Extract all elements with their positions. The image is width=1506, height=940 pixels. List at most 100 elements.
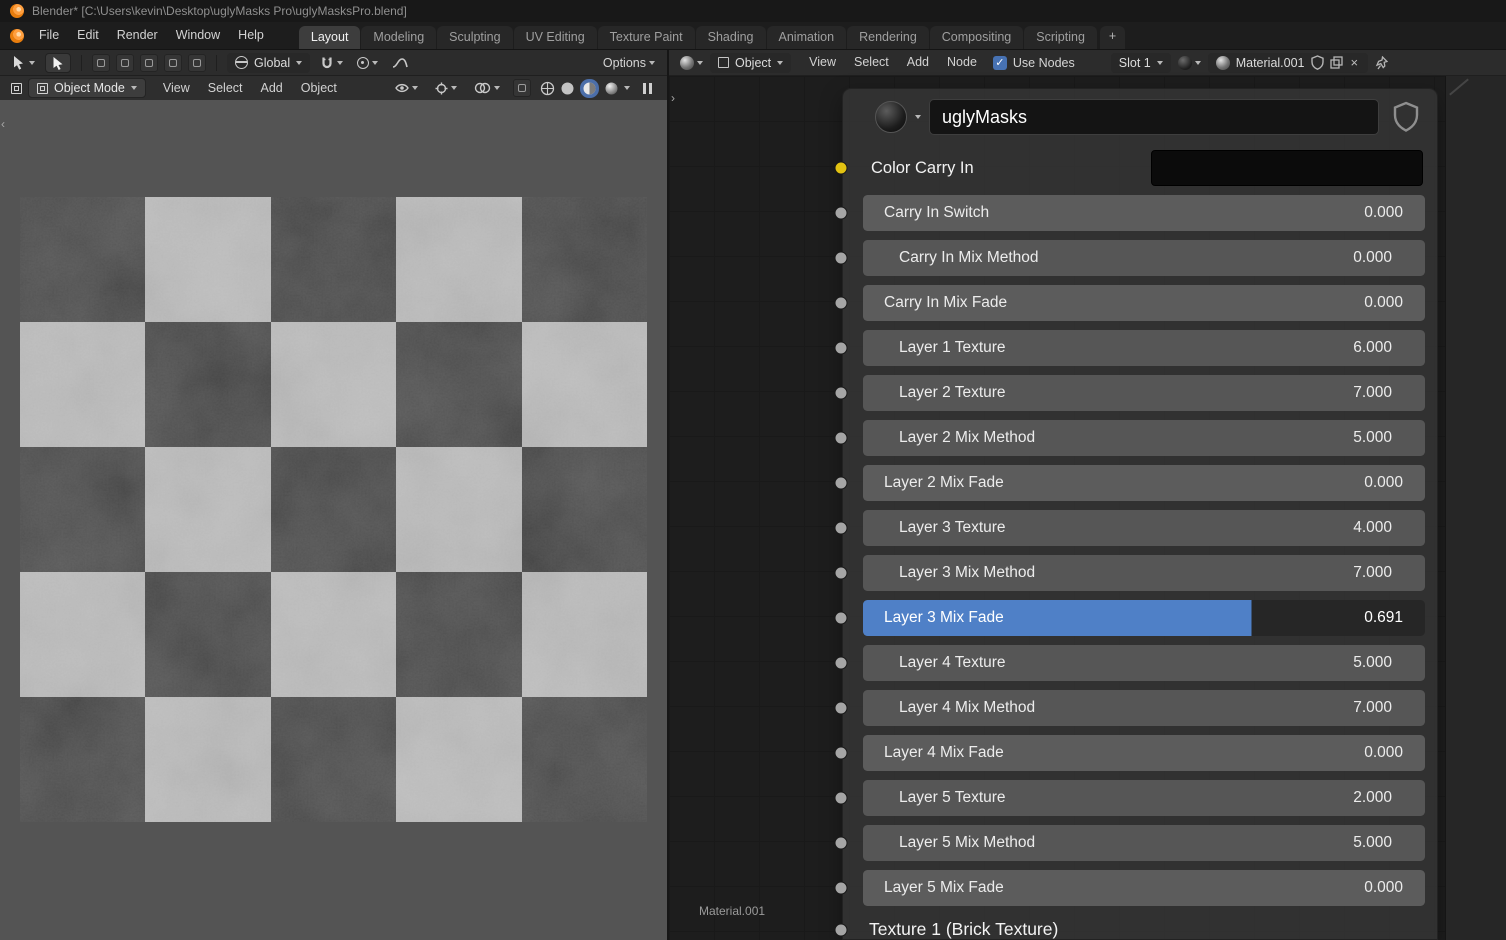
fake-user-shield-icon[interactable] bbox=[1311, 55, 1324, 70]
unlink-material-button[interactable]: × bbox=[1349, 56, 1361, 69]
node-input-layer-4-mix-fade[interactable]: Layer 4 Mix Fade0.000 bbox=[863, 735, 1425, 771]
shader-menu-add[interactable]: Add bbox=[898, 49, 938, 76]
pin-toggle[interactable] bbox=[1371, 53, 1392, 73]
overlays-dropdown[interactable] bbox=[470, 78, 504, 98]
select-mode-button-5[interactable] bbox=[188, 54, 206, 72]
viewport-menu-object[interactable]: Object bbox=[292, 75, 346, 102]
node-input-carry-in-mix-fade[interactable]: Carry In Mix Fade0.000 bbox=[863, 285, 1425, 321]
input-socket[interactable] bbox=[835, 297, 848, 310]
node-input-layer-2-texture[interactable]: Layer 2 Texture7.000 bbox=[863, 375, 1425, 411]
input-socket[interactable] bbox=[835, 792, 848, 805]
select-mode-button-4[interactable] bbox=[164, 54, 182, 72]
node-input-layer-2-mix-fade[interactable]: Layer 2 Mix Fade0.000 bbox=[863, 465, 1425, 501]
workspace-tab-rendering[interactable]: Rendering bbox=[847, 26, 929, 49]
viewport-3d[interactable]: ‹ bbox=[0, 100, 667, 940]
gizmos-dropdown[interactable] bbox=[431, 78, 461, 98]
input-socket[interactable] bbox=[835, 342, 848, 355]
shading-solid-icon[interactable] bbox=[560, 81, 575, 96]
input-socket[interactable] bbox=[835, 522, 848, 535]
shader-type-dropdown[interactable]: Object bbox=[710, 53, 791, 73]
workspace-tab-layout[interactable]: Layout bbox=[299, 26, 361, 49]
shading-rendered-icon[interactable] bbox=[604, 81, 619, 96]
material-preview-dropdown[interactable] bbox=[1174, 53, 1205, 73]
node-input-layer-5-texture[interactable]: Layer 5 Texture2.000 bbox=[863, 780, 1425, 816]
node-input-layer-4-texture[interactable]: Layer 4 Texture5.000 bbox=[863, 645, 1425, 681]
input-socket[interactable] bbox=[835, 387, 848, 400]
node-input-carry-in-mix-method[interactable]: Carry In Mix Method0.000 bbox=[863, 240, 1425, 276]
xray-toggle[interactable] bbox=[513, 79, 531, 97]
node-input-layer-5-mix-fade[interactable]: Layer 5 Mix Fade0.000 bbox=[863, 870, 1425, 906]
input-socket[interactable] bbox=[835, 207, 848, 220]
input-socket[interactable] bbox=[835, 837, 848, 850]
select-box-tool-button[interactable] bbox=[45, 53, 71, 73]
menu-help[interactable]: Help bbox=[229, 22, 273, 49]
menu-render[interactable]: Render bbox=[108, 22, 167, 49]
add-workspace-button[interactable]: + bbox=[1100, 26, 1125, 49]
input-socket[interactable] bbox=[835, 702, 848, 715]
workspace-tab-uv-editing[interactable]: UV Editing bbox=[514, 26, 597, 49]
node-input-layer-5-mix-method[interactable]: Layer 5 Mix Method5.000 bbox=[863, 825, 1425, 861]
input-socket[interactable] bbox=[835, 477, 848, 490]
material-datablock-field[interactable]: Material.001 × bbox=[1208, 53, 1368, 73]
select-mode-button-3[interactable] bbox=[140, 54, 158, 72]
editor-type-dropdown[interactable] bbox=[676, 53, 707, 73]
viewport-menu-add[interactable]: Add bbox=[252, 75, 292, 102]
node-group-sphere-icon[interactable] bbox=[875, 101, 907, 133]
input-socket[interactable] bbox=[835, 923, 848, 936]
node-input-layer-3-mix-fade[interactable]: Layer 3 Mix Fade0.691 bbox=[863, 600, 1425, 636]
node-input-color-carry-in[interactable]: Color Carry In bbox=[863, 150, 1425, 186]
snap-dropdown[interactable] bbox=[316, 53, 347, 73]
node-input-layer-2-mix-method[interactable]: Layer 2 Mix Method5.000 bbox=[863, 420, 1425, 456]
node-input-layer-3-texture[interactable]: Layer 3 Texture4.000 bbox=[863, 510, 1425, 546]
blender-menu-icon[interactable] bbox=[10, 29, 24, 43]
use-nodes-checkbox[interactable]: ✓ Use Nodes bbox=[989, 53, 1079, 73]
node-input-carry-in-switch[interactable]: Carry In Switch0.000 bbox=[863, 195, 1425, 231]
menu-window[interactable]: Window bbox=[167, 22, 229, 49]
viewport-menu-select[interactable]: Select bbox=[199, 75, 252, 102]
workspace-tab-scripting[interactable]: Scripting bbox=[1024, 26, 1097, 49]
workspace-tab-texture-paint[interactable]: Texture Paint bbox=[598, 26, 695, 49]
options-dropdown[interactable]: Options bbox=[599, 53, 659, 73]
active-tool-dropdown[interactable] bbox=[8, 53, 39, 73]
material-slot-dropdown[interactable]: Slot 1 bbox=[1111, 53, 1171, 73]
input-socket[interactable] bbox=[835, 612, 848, 625]
input-socket[interactable] bbox=[835, 432, 848, 445]
node-input-layer-3-mix-method[interactable]: Layer 3 Mix Method7.000 bbox=[863, 555, 1425, 591]
input-socket[interactable] bbox=[835, 162, 848, 175]
input-socket[interactable] bbox=[835, 567, 848, 580]
color-swatch[interactable] bbox=[1151, 150, 1423, 186]
toolbar-collapse-arrow[interactable]: ‹ bbox=[1, 118, 5, 130]
select-mode-button-1[interactable] bbox=[92, 54, 110, 72]
input-socket[interactable] bbox=[835, 657, 848, 670]
workspace-tab-shading[interactable]: Shading bbox=[696, 26, 766, 49]
pause-button[interactable] bbox=[639, 81, 656, 96]
shading-wireframe-icon[interactable] bbox=[540, 81, 555, 96]
chevron-down-icon[interactable] bbox=[915, 115, 921, 119]
object-mode-dropdown[interactable]: Object Mode bbox=[28, 78, 146, 98]
transform-orientation-dropdown[interactable]: Global bbox=[227, 53, 310, 73]
shading-material-preview-active[interactable] bbox=[580, 79, 599, 98]
shader-menu-select[interactable]: Select bbox=[845, 49, 898, 76]
node-input-layer-4-mix-method[interactable]: Layer 4 Mix Method7.000 bbox=[863, 690, 1425, 726]
node-input-layer-1-texture[interactable]: Layer 1 Texture6.000 bbox=[863, 330, 1425, 366]
menu-file[interactable]: File bbox=[30, 22, 68, 49]
copy-icon[interactable] bbox=[1330, 56, 1343, 69]
viewport-editor-type-dropdown[interactable] bbox=[7, 78, 26, 98]
node-group-name-field[interactable]: uglyMasks bbox=[929, 99, 1379, 135]
node-fake-user-button[interactable] bbox=[1387, 98, 1425, 136]
proportional-editing-toggle[interactable] bbox=[353, 53, 382, 73]
view-object-types-dropdown[interactable] bbox=[391, 78, 422, 98]
workspace-tab-modeling[interactable]: Modeling bbox=[361, 26, 436, 49]
workspace-tab-compositing[interactable]: Compositing bbox=[930, 26, 1023, 49]
workspace-tab-sculpting[interactable]: Sculpting bbox=[437, 26, 512, 49]
region-expand-arrow[interactable]: › bbox=[671, 92, 675, 104]
proportional-falloff-dropdown[interactable] bbox=[388, 53, 412, 73]
workspace-tab-animation[interactable]: Animation bbox=[767, 26, 847, 49]
node-uglymasks[interactable]: uglyMasks Color Carry In Carry In Switch0… bbox=[842, 88, 1438, 940]
select-mode-button-2[interactable] bbox=[116, 54, 134, 72]
shader-menu-node[interactable]: Node bbox=[938, 49, 986, 76]
menu-edit[interactable]: Edit bbox=[68, 22, 108, 49]
viewport-menu-view[interactable]: View bbox=[154, 75, 199, 102]
sidebar-region[interactable] bbox=[1445, 76, 1506, 940]
input-socket[interactable] bbox=[835, 252, 848, 265]
